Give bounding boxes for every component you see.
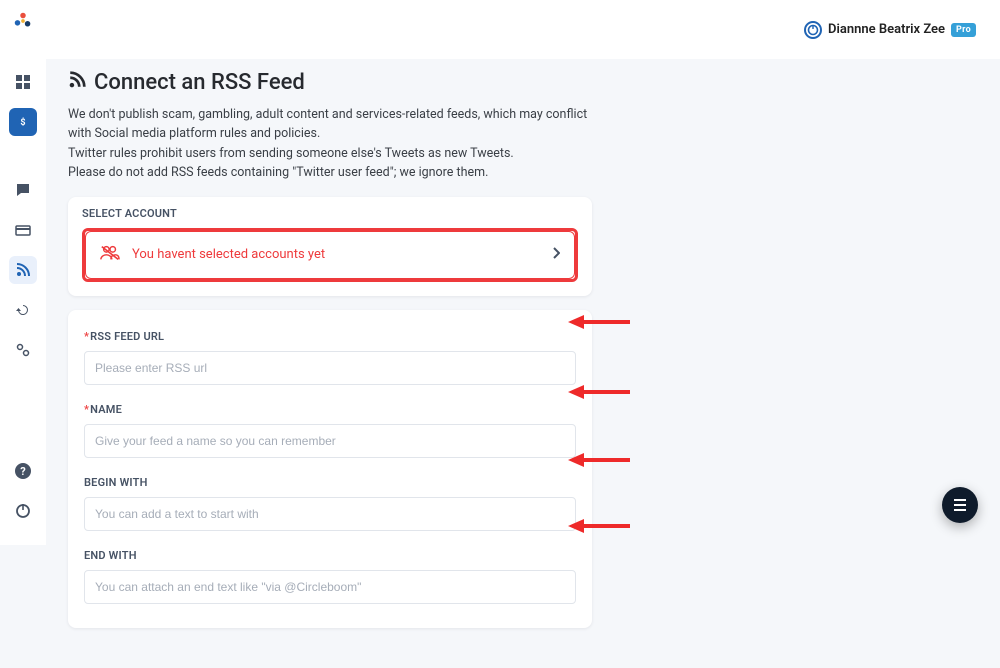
sidebar-item-rss[interactable] [9, 256, 37, 284]
select-account-text: You havent selected accounts yet [132, 247, 540, 262]
annotation-arrow [568, 456, 630, 464]
sidebar-item-dashboard[interactable] [9, 68, 37, 96]
select-account-button[interactable]: You havent selected accounts yet [85, 231, 575, 279]
main: Connect an RSS Feed We don't publish sca… [46, 60, 1000, 668]
annotation-arrow [568, 522, 630, 530]
topbar: Diannne Beatrix Zee Pro [0, 0, 1000, 60]
disclaimer-line: Twitter rules prohibit users from sendin… [68, 144, 608, 163]
feed-form-card: RSS FEED URL NAME BEGIN WITH END WITH [68, 310, 592, 628]
sidebar-item-power[interactable] [9, 497, 37, 525]
svg-text:?: ? [20, 465, 26, 478]
no-accounts-icon [100, 244, 120, 266]
form-group-name: NAME [84, 403, 576, 458]
user-menu[interactable]: Diannne Beatrix Zee Pro [804, 21, 976, 39]
page-title: Connect an RSS Feed [68, 70, 1000, 95]
sidebar-item-help[interactable]: ? [9, 457, 37, 485]
name-label: NAME [84, 403, 576, 416]
begin-label: BEGIN WITH [84, 476, 576, 489]
form-group-end: END WITH [84, 549, 576, 604]
page-title-text: Connect an RSS Feed [94, 70, 305, 95]
annotation-arrow [568, 388, 630, 396]
select-account-heading: SELECT ACCOUNT [82, 207, 578, 220]
sidebar-item-card[interactable] [9, 216, 37, 244]
power-icon [804, 21, 822, 39]
form-group-begin: BEGIN WITH [84, 476, 576, 531]
rss-url-input[interactable] [84, 351, 576, 385]
sidebar: $ ? [0, 0, 46, 545]
chevron-right-icon [552, 247, 560, 263]
name-input[interactable] [84, 424, 576, 458]
form-group-rss-url: RSS FEED URL [84, 330, 576, 385]
annotation-arrow [568, 318, 630, 326]
svg-text:$: $ [20, 117, 25, 128]
sidebar-item-monetize[interactable]: $ [9, 108, 37, 136]
pro-badge: Pro [951, 23, 976, 37]
rss-url-label: RSS FEED URL [84, 330, 576, 343]
end-label: END WITH [84, 549, 576, 562]
select-account-card: SELECT ACCOUNT You havent selected accou… [68, 197, 592, 296]
sidebar-item-history[interactable] [9, 296, 37, 324]
menu-icon [954, 499, 966, 511]
disclaimer-line: We don't publish scam, gambling, adult c… [68, 105, 608, 144]
end-input[interactable] [84, 570, 576, 604]
fab-menu-button[interactable] [942, 487, 978, 523]
disclaimer-line: Please do not add RSS feeds containing "… [68, 163, 608, 182]
disclaimer: We don't publish scam, gambling, adult c… [68, 105, 608, 183]
sidebar-item-settings[interactable] [9, 336, 37, 364]
sidebar-item-chat[interactable] [9, 176, 37, 204]
user-name: Diannne Beatrix Zee [828, 22, 945, 37]
rss-icon [68, 70, 86, 95]
select-account-highlight: You havent selected accounts yet [82, 228, 578, 282]
app-logo-icon [12, 10, 34, 32]
begin-input[interactable] [84, 497, 576, 531]
